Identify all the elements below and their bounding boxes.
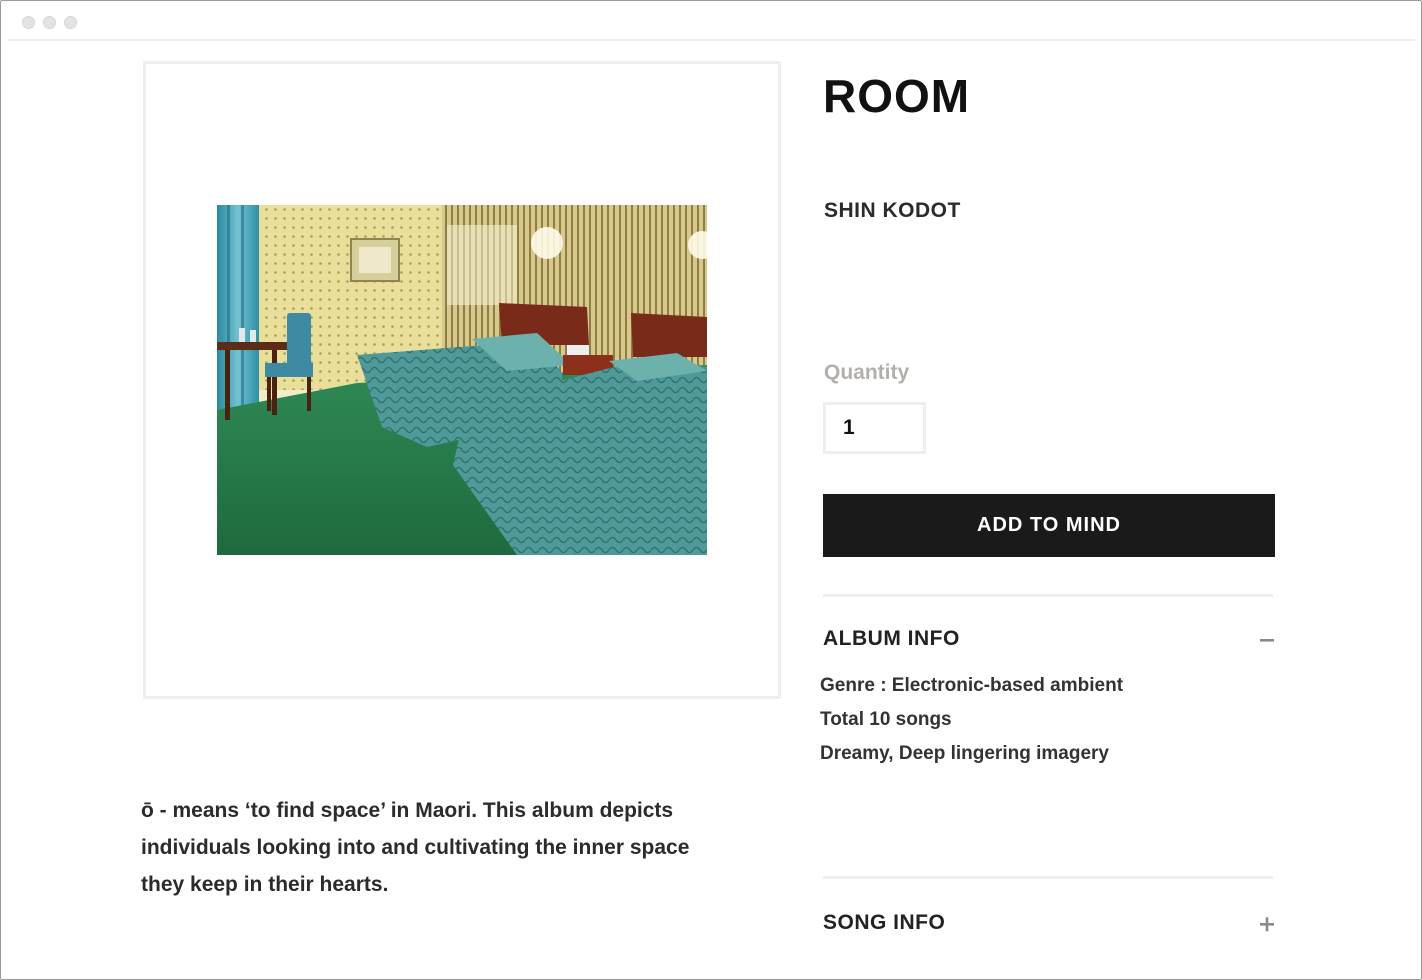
minus-icon[interactable] — [1259, 627, 1275, 653]
product-title: ROOM — [823, 70, 971, 122]
album-mood: Dreamy, Deep lingering imagery — [820, 743, 1109, 764]
album-song-count: Total 10 songs — [820, 709, 952, 730]
section-divider — [823, 594, 1273, 597]
album-info-header[interactable]: ALBUM INFO — [823, 627, 1275, 657]
album-info-title: ALBUM INFO — [823, 627, 960, 650]
window-close-dot[interactable] — [22, 16, 35, 29]
quantity-input[interactable] — [823, 402, 926, 454]
album-genre: Genre : Electronic-based ambient — [820, 675, 1124, 696]
browser-window: ROOM SHIN KODOT Quantity ADD TO MIND ALB… — [0, 0, 1422, 980]
plus-icon[interactable] — [1259, 911, 1275, 937]
window-titlebar — [7, 1, 1415, 41]
song-info-title: SONG INFO — [823, 911, 946, 934]
window-minimize-dot[interactable] — [43, 16, 56, 29]
product-image-frame — [143, 61, 781, 699]
album-description: ō - means ‘to find space’ in Maori. This… — [141, 799, 690, 896]
add-to-mind-button[interactable]: ADD TO MIND — [823, 494, 1275, 557]
window-zoom-dot[interactable] — [64, 16, 77, 29]
product-photo — [217, 205, 707, 555]
quantity-label: Quantity — [824, 361, 910, 384]
song-info-header[interactable]: SONG INFO — [823, 911, 1275, 941]
artist-name: SHIN KODOT — [824, 199, 961, 222]
section-divider — [823, 876, 1273, 879]
